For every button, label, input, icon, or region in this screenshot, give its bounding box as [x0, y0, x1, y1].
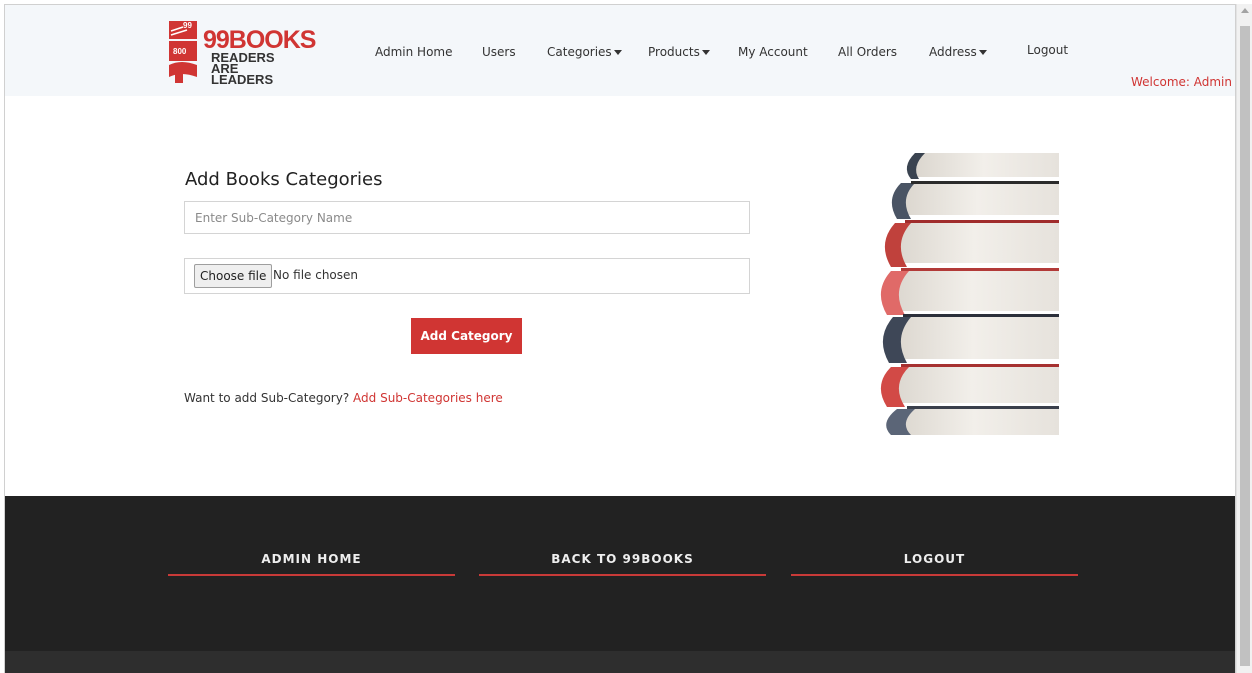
hint-text: Want to add Sub-Category? — [184, 391, 350, 405]
sub-category-hint: Want to add Sub-Category? Add Sub-Catego… — [184, 391, 503, 405]
footer-bottom-bar — [5, 651, 1235, 673]
vertical-scrollbar[interactable] — [1236, 4, 1252, 673]
site-footer: ADMIN HOME BACK TO 99BOOKS LOGOUT — [5, 496, 1235, 673]
nav-my-account[interactable]: My Account — [738, 45, 808, 59]
sub-category-name-input[interactable] — [184, 201, 750, 234]
file-status-text: No file chosen — [273, 268, 359, 282]
chevron-down-icon — [701, 50, 710, 55]
chevron-down-icon — [613, 50, 622, 55]
chevron-down-icon — [978, 50, 987, 55]
footer-back-to-99books-link[interactable]: BACK TO 99BOOKS — [479, 552, 766, 576]
nav-products[interactable]: Products — [648, 45, 710, 59]
page-title: Add Books Categories — [185, 169, 383, 190]
welcome-message: Welcome: Admin — [1131, 75, 1232, 89]
nav-admin-home[interactable]: Admin Home — [375, 45, 453, 59]
nav-all-orders[interactable]: All Orders — [838, 45, 897, 59]
footer-logout-link[interactable]: LOGOUT — [791, 552, 1078, 576]
nav-address[interactable]: Address — [929, 45, 987, 59]
brand-tagline: READERS ARE LEADERS — [211, 50, 275, 87]
scroll-thumb[interactable] — [1240, 26, 1250, 666]
file-upload-field: Choose file No file chosen — [184, 258, 750, 294]
svg-text:800: 800 — [173, 47, 187, 56]
book-logo-icon: 99 800 — [169, 21, 197, 83]
choose-file-button[interactable]: Choose file — [194, 264, 273, 288]
nav-categories[interactable]: Categories — [547, 45, 622, 59]
add-sub-categories-link[interactable]: Add Sub-Categories here — [353, 391, 503, 405]
brand-logo[interactable]: 99 800 99BOOKS READERS ARE LEADERS — [167, 17, 316, 87]
footer-admin-home-link[interactable]: ADMIN HOME — [168, 552, 455, 576]
nav-users[interactable]: Users — [482, 45, 516, 59]
scroll-up-icon[interactable] — [1241, 8, 1249, 13]
add-category-button[interactable]: Add Category — [411, 318, 522, 354]
site-header: 99 800 99BOOKS READERS ARE LEADERS Admin… — [5, 5, 1235, 96]
nav-logout[interactable]: Logout — [1027, 43, 1068, 57]
book-stack-image — [880, 153, 1059, 435]
svg-text:99: 99 — [183, 21, 192, 30]
browser-viewport: 99 800 99BOOKS READERS ARE LEADERS Admin… — [4, 4, 1236, 673]
